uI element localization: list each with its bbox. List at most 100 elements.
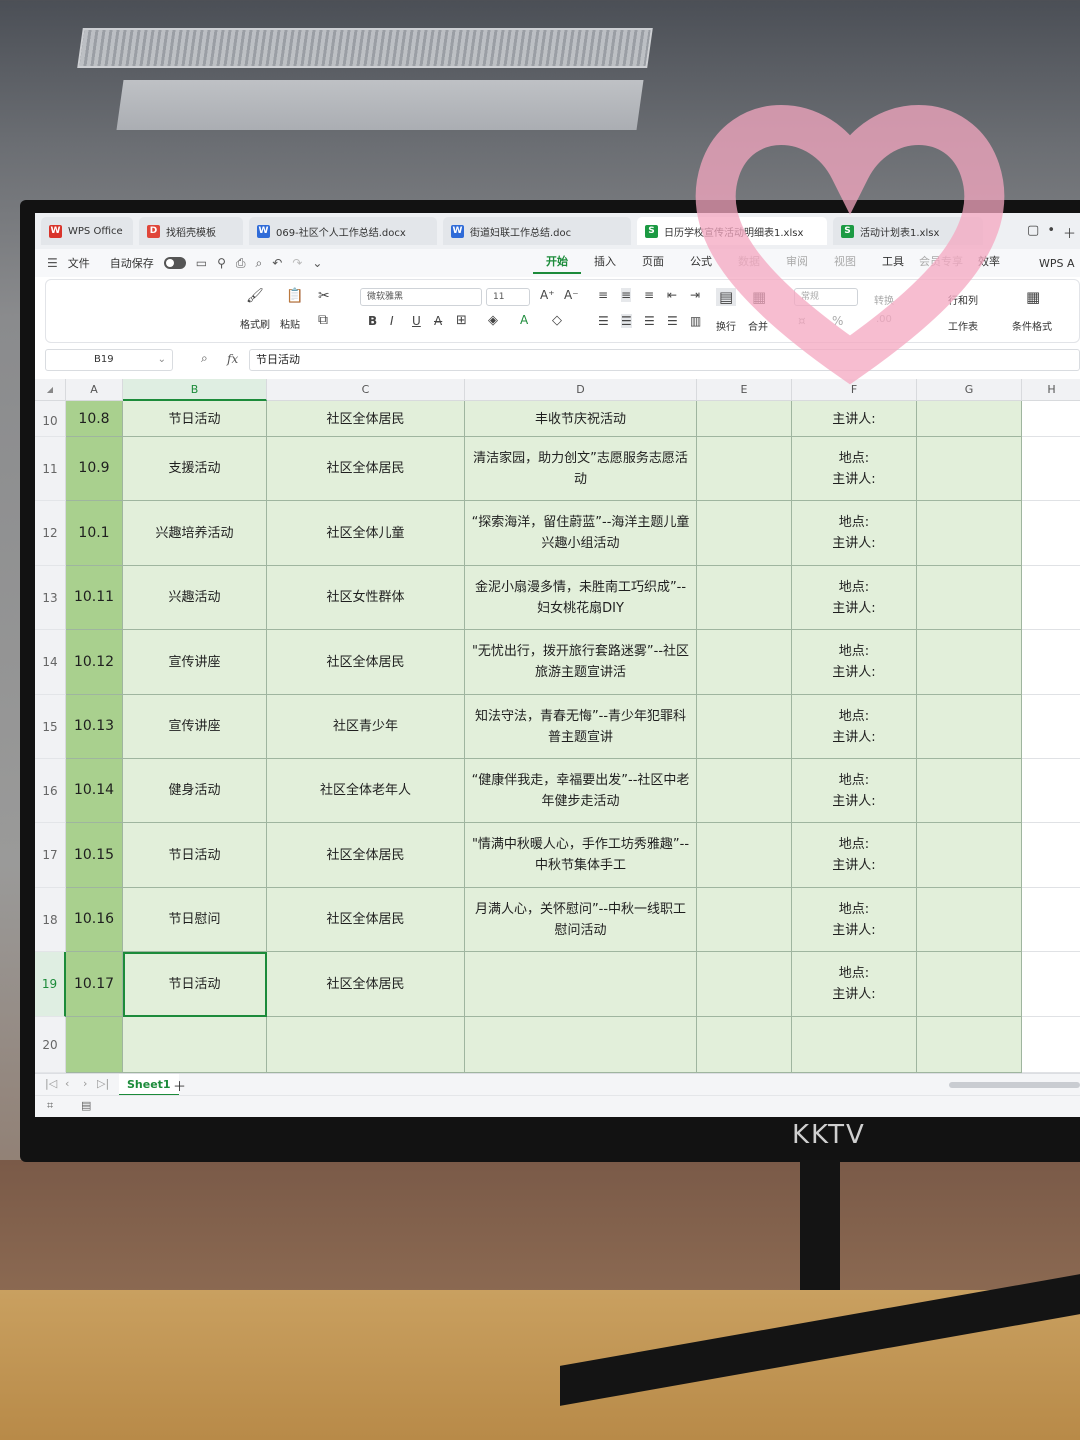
ribbon-tab[interactable]: 插入	[581, 253, 629, 274]
table-cell[interactable]: “探索海洋，留住蔚蓝”--海洋主题儿童兴趣小组活动	[465, 501, 697, 566]
table-cell[interactable]: 兴趣培养活动	[123, 501, 267, 566]
name-box[interactable]: B19 ⌄	[45, 349, 173, 371]
row-header[interactable]: 11	[35, 437, 66, 501]
ribbon-tab[interactable]: 效率	[965, 253, 1013, 274]
table-cell[interactable]: “健康伴我走，幸福要出发”--社区中老年健步走活动	[465, 759, 697, 823]
table-cell[interactable]: 健身活动	[123, 759, 267, 823]
align-top-icon[interactable]: ≡	[598, 288, 608, 302]
column-header[interactable]: C	[267, 379, 465, 401]
table-cell[interactable]: 节日活动	[123, 952, 267, 1017]
zoom-icon[interactable]: ⌕	[201, 351, 208, 366]
table-cell[interactable]	[917, 437, 1022, 501]
underline-icon[interactable]: U	[412, 314, 421, 328]
table-cell[interactable]	[917, 1017, 1022, 1073]
table-cell[interactable]: 清洁家园，助力创文”志愿服务志愿活动	[465, 437, 697, 501]
table-cell[interactable]	[697, 823, 792, 888]
save-icon[interactable]: ▭	[196, 256, 207, 270]
table-cell[interactable]	[1022, 823, 1080, 888]
table-cell[interactable]	[1022, 1017, 1080, 1073]
worksheet-label[interactable]: 工作表	[948, 318, 978, 333]
redo-icon[interactable]: ↷	[292, 256, 302, 270]
table-cell[interactable]	[697, 888, 792, 952]
table-cell[interactable]: 支援活动	[123, 437, 267, 501]
copy-icon[interactable]: ⧉	[318, 312, 328, 328]
decimal-icon[interactable]: .00	[876, 314, 892, 325]
table-cell[interactable]	[697, 1017, 792, 1073]
table-cell[interactable]	[697, 952, 792, 1017]
table-cell[interactable]: 主讲人:	[792, 401, 917, 437]
table-cell[interactable]: 10.1	[66, 501, 123, 566]
conditional-format-icon[interactable]: ▦	[1026, 288, 1040, 306]
table-cell[interactable]: 社区全体居民	[267, 401, 465, 437]
document-tab[interactable]: W 街道妇联工作总结.doc	[443, 217, 631, 245]
share-icon[interactable]: ⚲	[217, 256, 226, 270]
table-cell[interactable]: 地点: 主讲人:	[792, 630, 917, 695]
table-cell[interactable]	[1022, 566, 1080, 630]
distribute-icon[interactable]: ▥	[690, 314, 701, 328]
row-header[interactable]: 13	[35, 566, 66, 630]
macro-icon[interactable]: ⌗	[47, 1099, 53, 1113]
fx-icon[interactable]: fx	[227, 352, 238, 366]
table-cell[interactable]: 节日活动	[123, 823, 267, 888]
percent-icon[interactable]: %	[832, 314, 843, 328]
table-cell[interactable]: 地点: 主讲人:	[792, 888, 917, 952]
ribbon-tab[interactable]: 审阅	[773, 253, 821, 274]
table-cell[interactable]	[1022, 630, 1080, 695]
table-cell[interactable]	[697, 630, 792, 695]
table-cell[interactable]	[917, 823, 1022, 888]
ribbon-tab[interactable]: 工具	[869, 253, 917, 274]
table-cell[interactable]: 10.11	[66, 566, 123, 630]
rows-cols-label[interactable]: 行和列	[948, 292, 978, 307]
merge-label[interactable]: 合并	[748, 318, 768, 333]
table-cell[interactable]: 10.16	[66, 888, 123, 952]
hamburger-icon[interactable]: ☰	[47, 256, 58, 270]
sheet-tab-sheet1[interactable]: Sheet1	[119, 1074, 179, 1096]
merge-icon[interactable]: ▦	[752, 288, 766, 306]
bold-icon[interactable]: B	[368, 314, 377, 328]
column-header[interactable]: H	[1022, 379, 1080, 401]
autosave-toggle[interactable]	[163, 257, 186, 269]
ribbon-tab[interactable]: 页面	[629, 253, 677, 274]
file-menu[interactable]: 文件	[68, 255, 90, 271]
table-cell[interactable]: 社区全体居民	[267, 823, 465, 888]
font-color-icon[interactable]: A	[520, 313, 528, 327]
wps-ai-button[interactable]: WPS A	[1039, 257, 1075, 270]
table-cell[interactable]: 10.15	[66, 823, 123, 888]
row-header[interactable]: 19	[35, 952, 66, 1017]
align-middle-icon[interactable]: ≡	[621, 288, 632, 302]
table-cell[interactable]: "无忧出行，拨开旅行套路迷雾”--社区旅游主题宣讲活	[465, 630, 697, 695]
ribbon-tab[interactable]: 数据	[725, 253, 773, 274]
table-cell[interactable]: 社区全体居民	[267, 952, 465, 1017]
clear-format-icon[interactable]: ◇	[552, 313, 562, 328]
indent-dec-icon[interactable]: ⇤	[667, 288, 677, 302]
strikethrough-icon[interactable]: A	[434, 314, 442, 328]
format-painter-label[interactable]: 格式刷	[240, 316, 270, 331]
window-icon[interactable]: ▢	[1027, 223, 1039, 242]
table-cell[interactable]	[917, 630, 1022, 695]
increase-font-icon[interactable]: A⁺	[540, 288, 555, 302]
page-view-icon[interactable]: ▤	[81, 1099, 91, 1112]
paste-icon[interactable]: 📋	[286, 288, 303, 304]
table-cell[interactable]	[1022, 695, 1080, 759]
table-cell[interactable]	[1022, 759, 1080, 823]
table-cell[interactable]: 知法守法，青春无悔”--青少年犯罪科普主题宣讲	[465, 695, 697, 759]
paste-label[interactable]: 粘贴	[280, 316, 300, 331]
decrease-font-icon[interactable]: A⁻	[564, 288, 579, 302]
table-cell[interactable]	[697, 501, 792, 566]
table-cell[interactable]	[917, 401, 1022, 437]
table-cell[interactable]: 社区全体儿童	[267, 501, 465, 566]
table-cell[interactable]: 节日活动	[123, 401, 267, 437]
column-header[interactable]: F	[792, 379, 917, 401]
table-cell[interactable]: 金泥小扇漫多情，未胜南工巧织成”--妇女桃花扇DIY	[465, 566, 697, 630]
table-cell[interactable]: "情满中秋暖人心，手作工坊秀雅趣”--中秋节集体手工	[465, 823, 697, 888]
table-cell[interactable]: 地点: 主讲人:	[792, 952, 917, 1017]
table-cell[interactable]: 地点: 主讲人:	[792, 759, 917, 823]
row-header[interactable]: 14	[35, 630, 66, 695]
chevron-down-icon[interactable]: ⌄	[312, 256, 322, 270]
table-cell[interactable]: 10.8	[66, 401, 123, 437]
print-preview-icon[interactable]: ⌕	[256, 256, 263, 271]
table-cell[interactable]: 10.17	[66, 952, 123, 1017]
table-cell[interactable]: 社区全体居民	[267, 630, 465, 695]
table-cell[interactable]	[697, 759, 792, 823]
table-cell[interactable]: 地点: 主讲人:	[792, 823, 917, 888]
